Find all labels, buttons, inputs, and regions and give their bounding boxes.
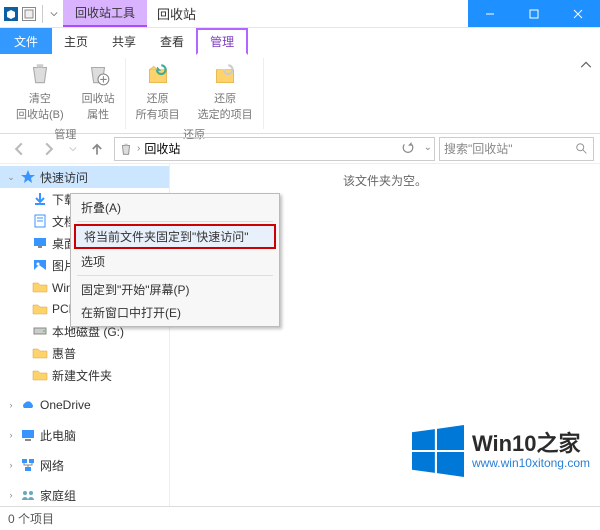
status-bar: 0 个项目 (0, 506, 600, 530)
star-icon (20, 169, 36, 185)
address-bar: › 回收站 ⌄ 搜索"回收站" (0, 134, 600, 164)
app-icon (4, 7, 18, 21)
folder-icon (32, 301, 48, 317)
tab-manage[interactable]: 管理 (196, 28, 248, 55)
tree-network[interactable]: ›网络 (0, 454, 169, 476)
folder-icon (32, 279, 48, 295)
window-title: 回收站 (147, 0, 468, 27)
tree-folder[interactable]: 惠普 (0, 342, 169, 364)
empty-bin-icon (24, 60, 56, 88)
pictures-icon (32, 257, 48, 273)
tab-view[interactable]: 查看 (148, 28, 196, 54)
folder-icon (32, 367, 48, 383)
back-button[interactable] (6, 137, 32, 161)
contextual-tab-header: 回收站工具 (63, 0, 147, 27)
chevron-right-icon: › (137, 143, 140, 154)
drive-icon (32, 323, 48, 339)
menu-options[interactable]: 选项 (73, 250, 277, 273)
minimize-button[interactable] (468, 0, 512, 27)
context-menu: 折叠(A) 将当前文件夹固定到"快速访问" 选项 固定到"开始"屏幕(P) 在新… (70, 193, 280, 327)
close-button[interactable] (556, 0, 600, 27)
pc-icon (20, 427, 36, 443)
quick-access-toolbar (0, 0, 63, 27)
windows-logo-icon (412, 425, 464, 477)
tree-folder[interactable]: 新建文件夹 (0, 364, 169, 386)
restore-selected-button[interactable]: 还原 选定的项目 (194, 58, 257, 124)
docs-icon (32, 213, 48, 229)
empty-folder-message: 该文件夹为空。 (343, 172, 427, 189)
item-count: 0 个项目 (8, 510, 54, 527)
restore-all-button[interactable]: 还原 所有项目 (132, 58, 184, 124)
qat-properties-icon[interactable] (22, 7, 36, 21)
search-input[interactable]: 搜索"回收站" (439, 137, 594, 161)
ribbon-tabs: 文件 主页 共享 查看 管理 (0, 28, 600, 54)
menu-pin-to-quick-access[interactable]: 将当前文件夹固定到"快速访问" (74, 224, 276, 249)
tree-homegroup[interactable]: ›家庭组 (0, 484, 169, 506)
menu-pin-to-start[interactable]: 固定到"开始"屏幕(P) (73, 278, 277, 301)
watermark-title: Win10之家 (472, 432, 590, 456)
watermark: Win10之家 www.win10xitong.com (412, 425, 590, 477)
recycle-bin-icon (119, 142, 133, 156)
network-icon (20, 457, 36, 473)
maximize-button[interactable] (512, 0, 556, 27)
desktop-icon (32, 235, 48, 251)
watermark-url: www.win10xitong.com (472, 457, 590, 470)
tab-home[interactable]: 主页 (52, 28, 100, 54)
recycle-bin-properties-button[interactable]: 回收站 属性 (78, 58, 119, 124)
restore-selected-icon (209, 60, 241, 88)
menu-open-new-window[interactable]: 在新窗口中打开(E) (73, 301, 277, 324)
qat-dropdown-icon[interactable] (49, 5, 59, 23)
restore-all-icon (142, 60, 174, 88)
address-location: 回收站 (144, 140, 180, 157)
tree-onedrive[interactable]: ›OneDrive (0, 394, 169, 416)
search-placeholder: 搜索"回收站" (444, 140, 513, 157)
folder-icon (32, 345, 48, 361)
download-icon (32, 191, 48, 207)
tree-quick-access[interactable]: ⌄快速访问 (0, 166, 169, 188)
cloud-icon (20, 397, 36, 413)
address-path[interactable]: › 回收站 ⌄ (114, 137, 435, 161)
menu-collapse[interactable]: 折叠(A) (73, 196, 277, 219)
tree-this-pc[interactable]: ›此电脑 (0, 424, 169, 446)
ribbon: 清空 回收站(B) 回收站 属性 管理 还原 所有项目 还原 选定的项目 还原 (0, 54, 600, 134)
tab-share[interactable]: 共享 (100, 28, 148, 54)
collapse-ribbon-button[interactable] (578, 58, 594, 74)
refresh-button[interactable] (402, 142, 414, 157)
empty-recycle-bin-button[interactable]: 清空 回收站(B) (12, 58, 68, 124)
tab-file[interactable]: 文件 (0, 28, 52, 54)
chevron-down-icon[interactable]: ⌄ (424, 142, 432, 153)
search-icon (575, 142, 589, 156)
up-button[interactable] (84, 137, 110, 161)
ribbon-group-label: 管理 (54, 126, 76, 142)
properties-icon (82, 60, 114, 88)
